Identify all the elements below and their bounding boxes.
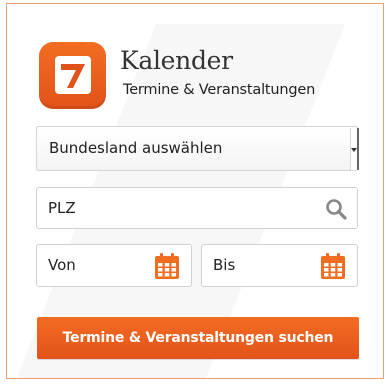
search-events-button[interactable]: Termine & Veranstaltungen suchen [37,317,359,359]
date-to-placeholder: Bis [213,256,236,274]
date-to-input[interactable]: Bis [201,244,358,287]
calendar-icon[interactable] [321,253,345,279]
search-icon[interactable] [325,198,347,220]
zip-input[interactable]: PLZ [36,187,358,229]
app-subtitle: Termine & Veranstaltungen [123,82,316,98]
calendar-widget: Kalender Termine & Veranstaltungen Bunde… [6,3,384,379]
date-from-input[interactable]: Von [36,244,192,287]
date-from-placeholder: Von [48,256,76,274]
dropdown-arrow-icon [351,148,357,152]
state-select-value: Bundesland auswählen [49,139,223,157]
calendar-icon[interactable] [155,253,179,279]
zip-placeholder: PLZ [48,199,76,217]
calendar-logo-icon [39,42,106,109]
app-title: Kalender [120,46,233,75]
state-select[interactable]: Bundesland auswählen [36,126,359,171]
dropdown-arrow-box[interactable] [350,128,359,170]
